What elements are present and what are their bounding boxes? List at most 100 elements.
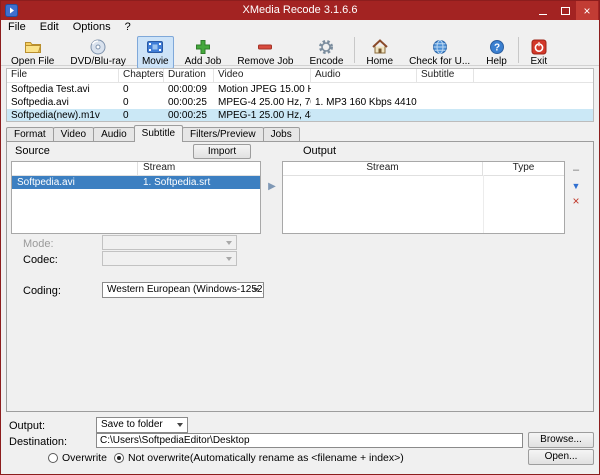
add-stream-arrow-button[interactable]: ▶	[265, 180, 279, 193]
source-stream-table[interactable]: Stream Softpedia.avi 1. Softpedia.srt	[11, 161, 261, 234]
cell-duration: 00:00:25	[168, 97, 207, 108]
maximize-icon	[560, 6, 570, 15]
file-list-header: File Chapters Duration Video Audio Subti…	[7, 69, 593, 83]
gear-icon	[317, 38, 335, 56]
cell-video: Motion JPEG 15.00 Hz, 32...	[218, 84, 311, 95]
destination-label: Destination:	[9, 436, 68, 448]
cell-chapters: 0	[123, 84, 129, 95]
open-button[interactable]: Open...	[528, 449, 594, 465]
home-button[interactable]: Home	[361, 36, 398, 69]
column-divider	[483, 175, 484, 233]
import-button[interactable]: Import	[193, 144, 251, 159]
output-mode-combobox[interactable]: Save to folder	[96, 417, 188, 433]
file-row[interactable]: Softpedia Test.avi 0 00:00:09 Motion JPE…	[7, 83, 593, 96]
column-header-duration[interactable]: Duration	[164, 69, 214, 82]
minus-icon	[256, 38, 274, 56]
check-updates-button[interactable]: Check for U...	[404, 36, 475, 69]
browse-button[interactable]: Browse...	[528, 432, 594, 448]
close-button[interactable]: ×	[576, 1, 598, 20]
column-header-chapters[interactable]: Chapters	[119, 69, 164, 82]
globe-icon	[431, 38, 449, 56]
coding-label: Coding:	[23, 285, 61, 297]
source-stream-column-header[interactable]: Stream	[138, 162, 260, 175]
destination-input[interactable]	[96, 433, 523, 448]
not-overwrite-label: Not overwrite(Automatically rename as <f…	[128, 452, 404, 464]
source-stream-row[interactable]: Softpedia.avi 1. Softpedia.srt	[12, 176, 260, 189]
toolbar: Open File DVD/Blu-ray Movie Add Job Remo…	[1, 35, 599, 69]
menu-edit[interactable]: Edit	[33, 20, 66, 35]
open-file-button[interactable]: Open File	[6, 36, 59, 69]
cell-chapters: 0	[123, 110, 129, 121]
tab-subtitle[interactable]: Subtitle	[133, 125, 184, 142]
dvd-bluray-button[interactable]: DVD/Blu-ray	[65, 36, 131, 69]
remove-job-button[interactable]: Remove Job	[232, 36, 298, 69]
home-icon	[371, 38, 389, 56]
cell-audio: 1. MP3 160 Kbps 44100 H...	[315, 97, 417, 108]
title-bar: XMedia Recode 3.1.6.6 ×	[1, 1, 599, 20]
cell-audio	[311, 83, 417, 96]
movie-icon	[146, 38, 164, 56]
column-header-file[interactable]: File	[7, 69, 119, 82]
output-stream-table[interactable]: Stream Type	[282, 161, 565, 234]
menu-bar: File Edit Options ?	[1, 20, 599, 35]
file-list: File Chapters Duration Video Audio Subti…	[6, 68, 594, 122]
not-overwrite-radio[interactable]	[114, 453, 124, 463]
maximize-button[interactable]	[554, 1, 576, 20]
disc-icon	[89, 38, 107, 56]
cell-audio	[311, 109, 417, 121]
move-down-button[interactable]: ▼	[569, 180, 583, 193]
chevron-down-icon	[226, 240, 232, 245]
tab-filters-preview[interactable]: Filters/Preview	[182, 127, 264, 142]
output-mode-value: Save to folder	[101, 419, 163, 430]
movie-button[interactable]: Movie	[136, 36, 174, 69]
coding-value: Western European (Windows-1252)	[107, 284, 264, 295]
minimize-icon	[539, 13, 547, 15]
file-row[interactable]: Softpedia.avi 0 00:00:25 MPEG-4 25.00 Hz…	[7, 96, 593, 109]
cell-video: MPEG-1 25.00 Hz, 480 x 5...	[218, 110, 311, 121]
tab-video[interactable]: Video	[52, 127, 95, 142]
chevron-down-icon	[226, 256, 232, 261]
subtitle-panel: Source Import Output Stream Softpedia.av…	[6, 141, 594, 412]
column-header-subtitle[interactable]: Subtitle	[417, 69, 474, 82]
source-file-column-header[interactable]	[12, 162, 138, 175]
tab-format[interactable]: Format	[6, 127, 54, 142]
menu-help[interactable]: ?	[118, 20, 138, 35]
column-header-filler	[474, 69, 593, 82]
output-table-header: Stream Type	[283, 162, 564, 176]
folder-open-icon	[24, 38, 42, 56]
cell-video: MPEG-4 25.00 Hz, 704 x 3...	[218, 97, 311, 108]
plus-icon	[194, 38, 212, 56]
minimize-button[interactable]	[532, 1, 554, 20]
cell-duration: 00:00:09	[168, 84, 207, 95]
output-stream-column-header[interactable]: Stream	[283, 162, 483, 175]
toolbar-separator	[354, 37, 356, 63]
cell-subtitle	[417, 83, 474, 96]
tab-jobs[interactable]: Jobs	[262, 127, 300, 142]
add-job-button[interactable]: Add Job	[180, 36, 227, 69]
delete-stream-button[interactable]: ×	[569, 195, 583, 208]
app-window: XMedia Recode 3.1.6.6 × File Edit Option…	[0, 0, 600, 475]
coding-combobox[interactable]: Western European (Windows-1252)	[102, 282, 264, 298]
column-header-video[interactable]: Video	[214, 69, 311, 82]
remove-stream-button[interactable]: –	[569, 164, 583, 177]
column-header-audio[interactable]: Audio	[311, 69, 417, 82]
window-controls: ×	[532, 1, 598, 20]
tab-audio[interactable]: Audio	[93, 127, 135, 142]
svg-text:?: ?	[493, 43, 499, 54]
menu-file[interactable]: File	[1, 20, 33, 35]
overwrite-radio[interactable]	[48, 453, 58, 463]
help-button[interactable]: ? Help	[481, 36, 512, 69]
file-row-selected[interactable]: Softpedia(new).m1v 0 00:00:25 MPEG-1 25.…	[7, 109, 593, 121]
cell-duration: 00:00:25	[168, 110, 207, 121]
output-type-column-header[interactable]: Type	[483, 162, 564, 175]
cell-file: Softpedia Test.avi	[11, 84, 90, 95]
window-title: XMedia Recode 3.1.6.6	[242, 4, 358, 16]
encode-button[interactable]: Encode	[304, 36, 348, 69]
power-icon	[530, 38, 548, 56]
mode-combobox	[102, 235, 237, 250]
cell-chapters: 0	[123, 97, 129, 108]
exit-button[interactable]: Exit	[525, 36, 553, 69]
source-row-stream: 1. Softpedia.srt	[143, 177, 211, 188]
menu-options[interactable]: Options	[66, 20, 118, 35]
output-label: Output:	[9, 420, 46, 432]
